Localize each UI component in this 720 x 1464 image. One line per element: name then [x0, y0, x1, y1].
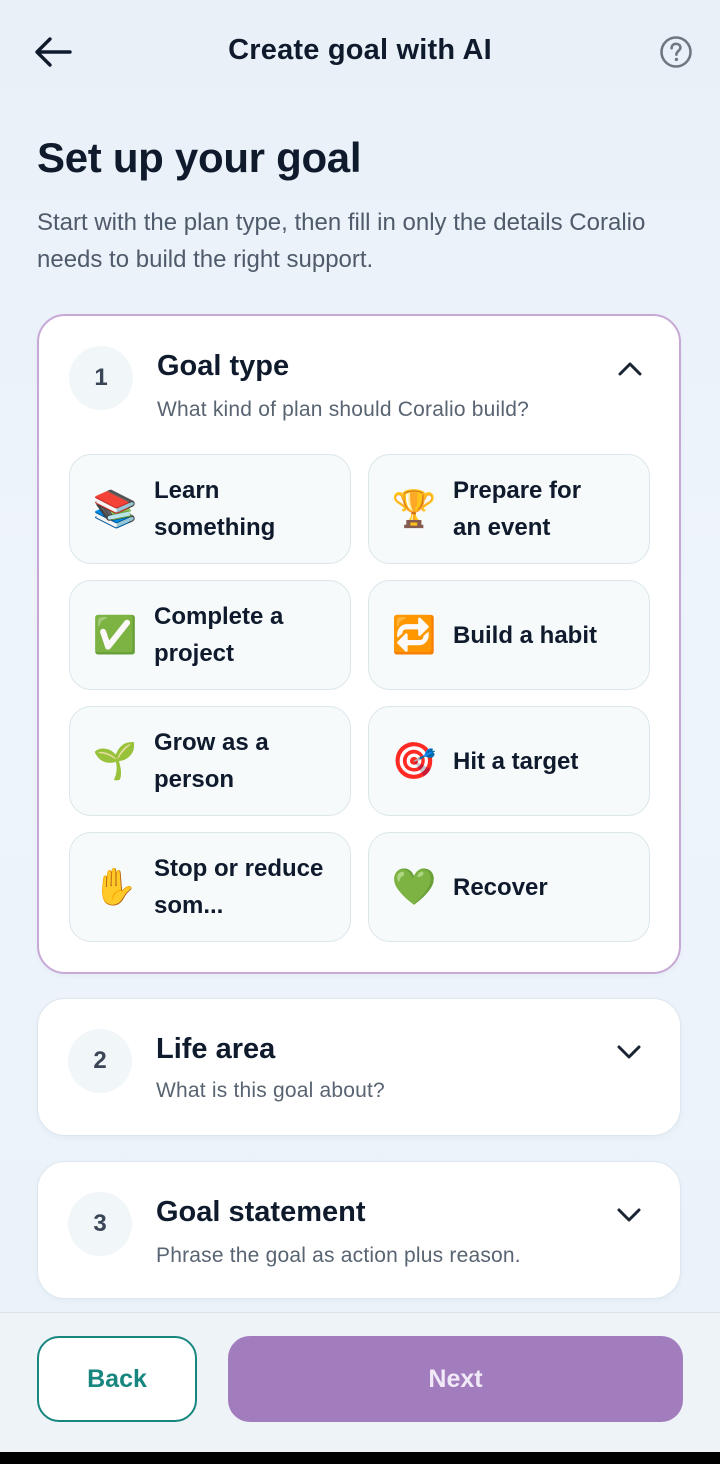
screen-title: Create goal with AI — [228, 34, 492, 66]
system-navigation-bar — [0, 1452, 720, 1464]
goal-type-option-complete-project[interactable]: ✅ Complete a project — [69, 580, 351, 690]
option-label: Stop or reduce som... — [154, 855, 324, 919]
step-description: What kind of plan should Coralio build? — [157, 398, 530, 421]
option-label: Complete a project — [154, 603, 284, 667]
goal-type-option-build-habit[interactable]: 🔁 Build a habit — [368, 580, 650, 690]
step-number-badge: 3 — [68, 1192, 132, 1256]
page-title: Set up your goal — [37, 134, 362, 181]
top-app-bar: Create goal with AI — [0, 0, 720, 104]
chevron-up-icon[interactable] — [615, 354, 645, 384]
step-title: Goal statement — [156, 1196, 366, 1228]
option-label: Learn something — [154, 477, 276, 541]
step-number-badge: 1 — [69, 346, 133, 410]
seedling-icon: 🌱 — [92, 740, 138, 781]
question-circle-icon[interactable] — [658, 34, 694, 70]
step-title: Life area — [156, 1033, 276, 1065]
goal-type-option-stop-reduce[interactable]: ✋ Stop or reduce som... — [69, 832, 351, 942]
option-label: Grow as a person — [154, 729, 269, 793]
chevron-down-icon[interactable] — [614, 1037, 644, 1067]
step-number-badge: 2 — [68, 1029, 132, 1093]
goal-type-option-grow-person[interactable]: 🌱 Grow as a person — [69, 706, 351, 816]
option-label: Hit a target — [453, 747, 579, 775]
step-card-goal-statement[interactable]: 3 Goal statement Phrase the goal as acti… — [37, 1161, 681, 1299]
goal-type-option-recover[interactable]: 💚 Recover — [368, 832, 650, 942]
goal-type-option-hit-target[interactable]: 🎯 Hit a target — [368, 706, 650, 816]
target-icon: 🎯 — [391, 740, 437, 781]
check-mark-icon: ✅ — [92, 614, 138, 655]
step-title[interactable]: Goal type — [157, 350, 289, 383]
step-description: What is this goal about? — [156, 1079, 385, 1102]
repeat-icon: 🔁 — [391, 614, 437, 655]
option-label: Build a habit — [453, 621, 597, 649]
green-heart-icon: 💚 — [391, 866, 437, 907]
step-description: Phrase the goal as action plus reason. — [156, 1244, 521, 1267]
option-label: Prepare for an event — [453, 477, 582, 541]
books-icon: 📚 — [92, 488, 138, 529]
chevron-down-icon[interactable] — [614, 1200, 644, 1230]
page-subtitle: Start with the plan type, then fill in o… — [37, 209, 646, 273]
trophy-icon: 🏆 — [391, 488, 437, 529]
option-label: Recover — [453, 873, 548, 901]
raised-hand-icon: ✋ — [92, 866, 138, 907]
back-button[interactable]: Back — [37, 1336, 197, 1422]
step-card-goal-type: 1 Goal type What kind of plan should Cor… — [37, 314, 681, 974]
step-card-life-area[interactable]: 2 Life area What is this goal about? — [37, 998, 681, 1136]
next-button[interactable]: Next — [228, 1336, 683, 1422]
goal-type-option-prepare-event[interactable]: 🏆 Prepare for an event — [368, 454, 650, 564]
goal-type-option-learn[interactable]: 📚 Learn something — [69, 454, 351, 564]
